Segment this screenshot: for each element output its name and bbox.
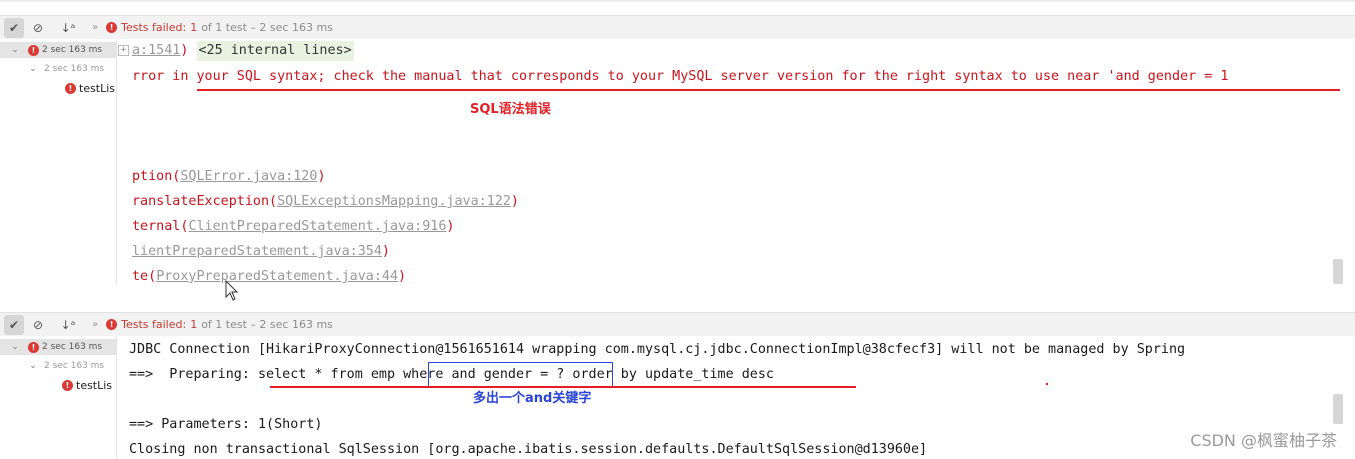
test-status: ! Tests failed: 1 of 1 test – 2 sec 163 … (106, 318, 333, 331)
test-status: ! Tests failed: 1 of 1 test – 2 sec 163 … (106, 21, 333, 34)
annotation-extra-and: 多出一个and关键字 (473, 391, 592, 406)
tree-root-time: 2 sec 163 ms (42, 45, 103, 55)
tree-child[interactable]: ⌄ 2 sec 163 ms (0, 358, 117, 374)
stack-line: lientPreparedStatement.java:354) (132, 242, 390, 262)
show-passed-button[interactable]: ✔ (4, 17, 24, 38)
stack-line: te(ProxyPreparedStatement.java:44) (132, 267, 406, 284)
paren: ) (510, 194, 519, 209)
test-tree: ⌄ ! 2 sec 163 ms ⌄ 2 sec 163 ms ! testLi… (0, 39, 117, 284)
stray-mark (1046, 383, 1048, 385)
stop-icon: ⊘ (32, 20, 44, 35)
status-failed-count: 1 (190, 318, 198, 331)
console-line: Closing non transactional SqlSession [or… (129, 442, 928, 457)
console-line: + a:1541) <25 internal lines> (118, 41, 354, 61)
stack-line: ranslateException(SQLExceptionsMapping.j… (132, 192, 519, 212)
show-passed-button[interactable]: ✔ (4, 314, 24, 335)
show-ignored-button[interactable]: ⊘ (28, 315, 48, 335)
paren: ) (317, 169, 326, 184)
test-run-panel-1: ✔ ⊘ ↓ᵃ » ! Tests failed: 1 of 1 test – 2… (0, 0, 1355, 284)
stack-link[interactable]: ProxyPreparedStatement.java:44 (156, 269, 398, 284)
test-tree: ⌄ ! 2 sec 163 ms ⌄ 2 sec 163 ms ! testLi… (0, 336, 117, 459)
stack-line: ternal(ClientPreparedStatement.java:916) (132, 217, 454, 237)
error-icon: ! (65, 82, 76, 94)
show-ignored-button[interactable]: ⊘ (28, 18, 48, 38)
paren: ) (398, 269, 407, 284)
status-summary: of 1 test – 2 sec 163 ms (201, 21, 333, 34)
more-icon[interactable]: » (92, 22, 98, 33)
sort-icon: ↓ᵃ (60, 317, 76, 332)
error-message-line: rror in your SQL syntax; check the manua… (132, 69, 1229, 84)
tree-child[interactable]: ⌄ 2 sec 163 ms (0, 61, 117, 77)
chevron-down-icon[interactable]: ⌄ (28, 361, 38, 371)
status-failed-label: Tests failed: (121, 318, 187, 331)
scrollbar-thumb[interactable] (1333, 394, 1343, 424)
annotation-sql-error: SQL语法错误 (470, 102, 551, 117)
status-failed-label: Tests failed: (121, 21, 187, 34)
watermark: CSDN @枫蜜柚子茶 (1190, 431, 1337, 450)
tree-leaf-name: testLis (76, 378, 113, 392)
stack-link[interactable]: SQLExceptionsMapping.java:122 (277, 194, 511, 209)
paren: ) (446, 219, 455, 234)
tree-root[interactable]: ⌄ ! 2 sec 163 ms (0, 42, 117, 58)
stop-icon: ⊘ (32, 317, 44, 332)
test-run-panel-2: ✔ ⊘ ↓ᵃ » ! Tests failed: 1 of 1 test – 2… (0, 310, 1355, 459)
test-toolbar: ✔ ⊘ ↓ᵃ » ! Tests failed: 1 of 1 test – 2… (0, 15, 1355, 39)
sort-button[interactable]: ↓ᵃ (58, 315, 78, 335)
stack-text: te( (132, 269, 157, 284)
stack-link[interactable]: lientPreparedStatement.java:354 (132, 244, 382, 259)
tree-child-time: 2 sec 163 ms (44, 361, 105, 371)
stack-link[interactable]: SQLError.java:120 (180, 169, 317, 184)
paren: ) (381, 244, 390, 259)
sort-icon: ↓ᵃ (60, 20, 76, 35)
tree-root-time: 2 sec 163 ms (42, 342, 103, 352)
error-icon: ! (106, 319, 118, 330)
tree-root[interactable]: ⌄ ! 2 sec 163 ms (0, 339, 117, 355)
error-icon: ! (62, 379, 73, 391)
more-icon[interactable]: » (92, 319, 98, 330)
test-toolbar: ✔ ⊘ ↓ᵃ » ! Tests failed: 1 of 1 test – 2… (0, 312, 1355, 336)
check-icon: ✔ (8, 317, 20, 332)
status-failed-count: 1 (190, 21, 198, 34)
error-underline (197, 89, 1340, 91)
sql-prefix: ==> Preparing: select * from emp (129, 367, 404, 382)
chevron-down-icon[interactable]: ⌄ (28, 64, 38, 74)
tree-leaf-name: testLis (79, 81, 116, 95)
highlight-box (428, 362, 613, 387)
sort-button[interactable]: ↓ᵃ (58, 18, 78, 38)
stack-link[interactable]: ClientPreparedStatement.java:916 (188, 219, 446, 234)
tree-child-time: 2 sec 163 ms (44, 64, 105, 74)
scrollbar-thumb[interactable] (1333, 259, 1343, 284)
tree-leaf[interactable]: ! testLis (0, 80, 117, 96)
stack-line: ption(SQLError.java:120) (132, 167, 326, 187)
fold-toggle[interactable]: + (118, 45, 129, 56)
error-icon: ! (106, 22, 118, 33)
folded-lines[interactable]: <25 internal lines> (196, 41, 354, 61)
status-summary: of 1 test – 2 sec 163 ms (201, 318, 333, 331)
console-line: ==> Parameters: 1(Short) (129, 417, 323, 432)
stack-text: ranslateException( (132, 194, 278, 209)
chevron-down-icon[interactable]: ⌄ (10, 342, 20, 352)
stack-text: ption( (132, 169, 181, 184)
error-icon: ! (28, 341, 39, 353)
mouse-cursor-icon (225, 280, 239, 301)
console-output[interactable]: + a:1541) <25 internal lines> rror in you… (118, 39, 1355, 284)
error-icon: ! (28, 44, 39, 56)
console-output[interactable]: JDBC Connection [HikariProxyConnection@1… (118, 336, 1355, 459)
stack-link[interactable]: a:1541 (132, 43, 180, 58)
stack-text: ternal( (132, 219, 189, 234)
paren: ) (180, 43, 189, 58)
tree-leaf[interactable]: ! testLis (0, 377, 117, 393)
check-icon: ✔ (8, 20, 20, 35)
console-line: JDBC Connection [HikariProxyConnection@1… (129, 342, 1186, 357)
chevron-down-icon[interactable]: ⌄ (10, 45, 20, 55)
